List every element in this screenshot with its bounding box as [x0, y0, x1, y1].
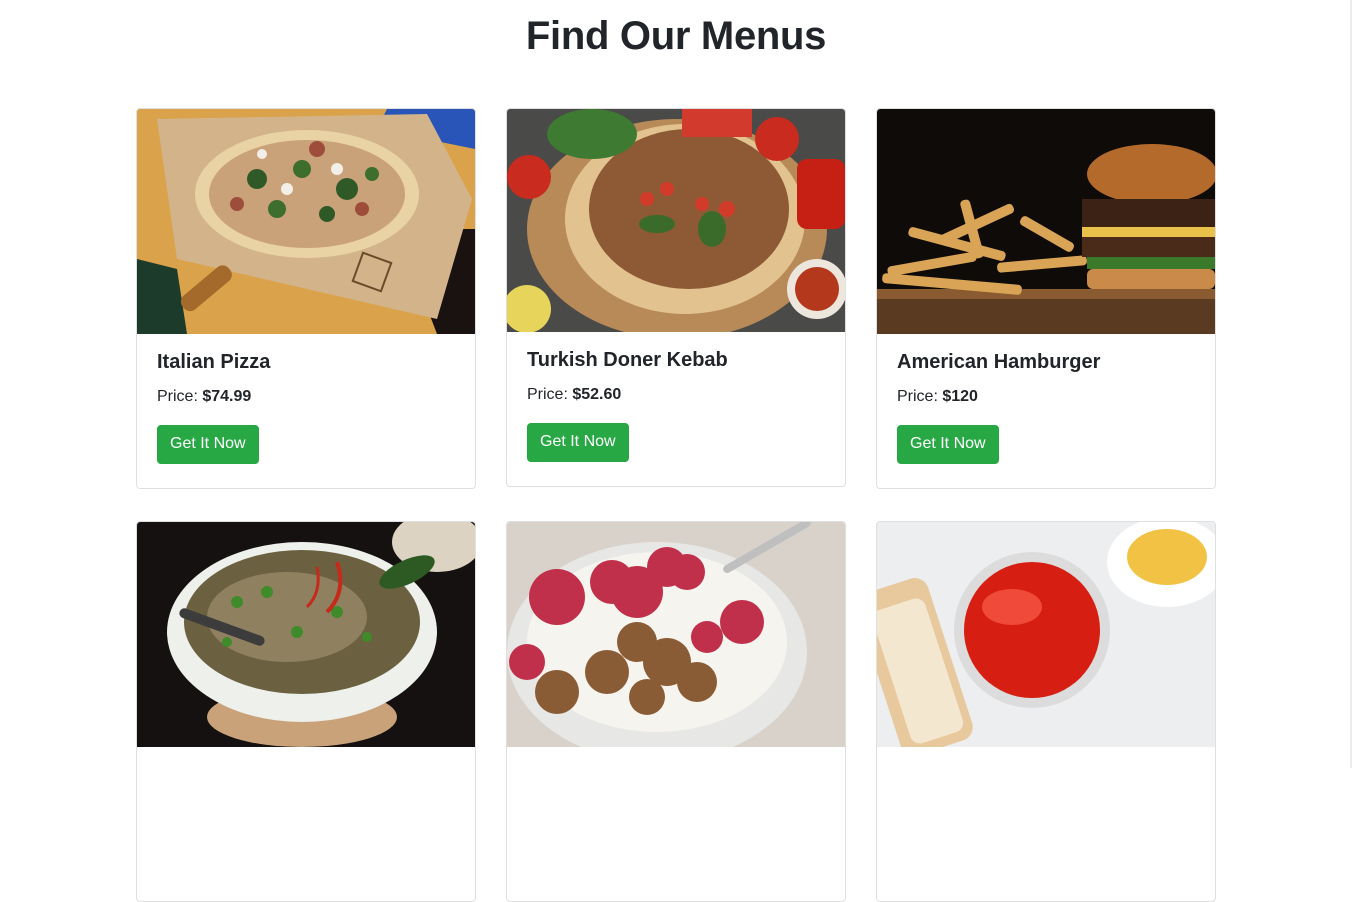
yogurt-raspberry-image	[507, 522, 845, 747]
red-caviar-image	[877, 522, 1215, 747]
pizza-image	[137, 109, 475, 334]
price-label: Price:	[157, 388, 203, 405]
menu-card-price: Price: $120	[897, 388, 1195, 406]
page-title: Find Our Menus	[525, 14, 827, 58]
price-value: $52.60	[572, 386, 622, 403]
get-it-now-button[interactable]: Get It Now	[527, 423, 629, 462]
menu-card-price: Price: $52.60	[527, 386, 825, 404]
menu-card-price: Price: $74.99	[157, 388, 455, 406]
price-value: $120	[942, 388, 978, 405]
menu-card-title: American Hamburger	[897, 351, 1101, 373]
get-it-now-button[interactable]: Get It Now	[157, 425, 259, 464]
menu-card-yogurt	[506, 521, 846, 902]
menu-card-title: Italian Pizza	[157, 351, 271, 373]
lahmacun-image	[507, 109, 845, 332]
price-label: Price:	[527, 386, 573, 403]
price-value: $74.99	[202, 388, 252, 405]
menu-card-turkish-doner-kebab: Turkish Doner Kebab Price: $52.60 Get It…	[506, 108, 846, 487]
menu-card-title: Turkish Doner Kebab	[527, 349, 728, 371]
get-it-now-button[interactable]: Get It Now	[897, 425, 999, 464]
menu-card-soup	[136, 521, 476, 902]
menu-card-american-hamburger: American Hamburger Price: $120 Get It No…	[876, 108, 1216, 489]
menu-card-italian-pizza: Italian Pizza Price: $74.99 Get It Now	[136, 108, 476, 489]
menu-card-caviar	[876, 521, 1216, 902]
burger-fries-image	[877, 109, 1215, 334]
pho-soup-image	[137, 522, 475, 747]
price-label: Price:	[897, 388, 943, 405]
